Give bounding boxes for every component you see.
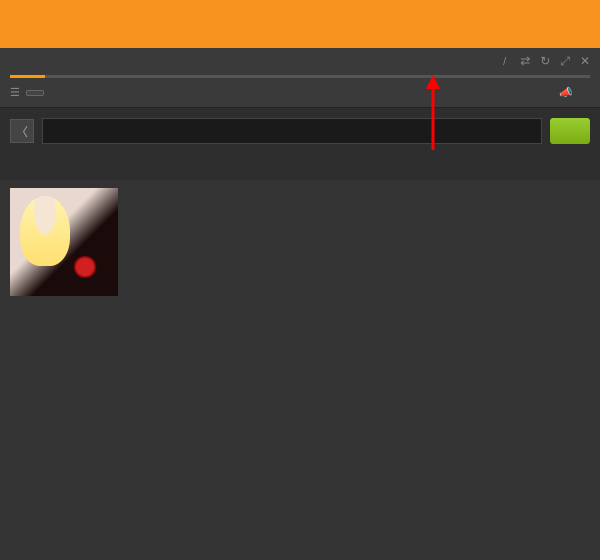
status-link[interactable]: 📣 — [559, 86, 576, 99]
search-row: 〈 — [0, 108, 600, 154]
find-button[interactable] — [550, 118, 590, 144]
top-navigation — [0, 0, 600, 48]
back-button[interactable]: 〈 — [10, 119, 34, 143]
now-playing-button[interactable] — [26, 90, 44, 96]
player-bar: / ⇄ ↻ ⤢ ✕ — [0, 48, 600, 75]
actions-row: ☰ 📣 — [0, 82, 600, 108]
track-list — [128, 180, 600, 560]
progress-bar[interactable] — [10, 75, 590, 78]
close-icon[interactable]: ✕ — [580, 54, 590, 69]
content-area — [0, 180, 600, 560]
repeat-icon[interactable]: ↻ — [540, 54, 550, 69]
queue-icon[interactable]: ☰ — [10, 86, 20, 99]
megaphone-icon: 📣 — [559, 86, 573, 99]
album-art[interactable] — [10, 188, 118, 296]
album-column — [0, 180, 128, 560]
shuffle-icon[interactable]: ⇄ — [520, 54, 530, 69]
music-search-input[interactable] — [42, 118, 542, 144]
category-row — [0, 154, 600, 180]
progress-row — [0, 75, 600, 82]
expand-icon[interactable]: ⤢ — [560, 54, 570, 69]
